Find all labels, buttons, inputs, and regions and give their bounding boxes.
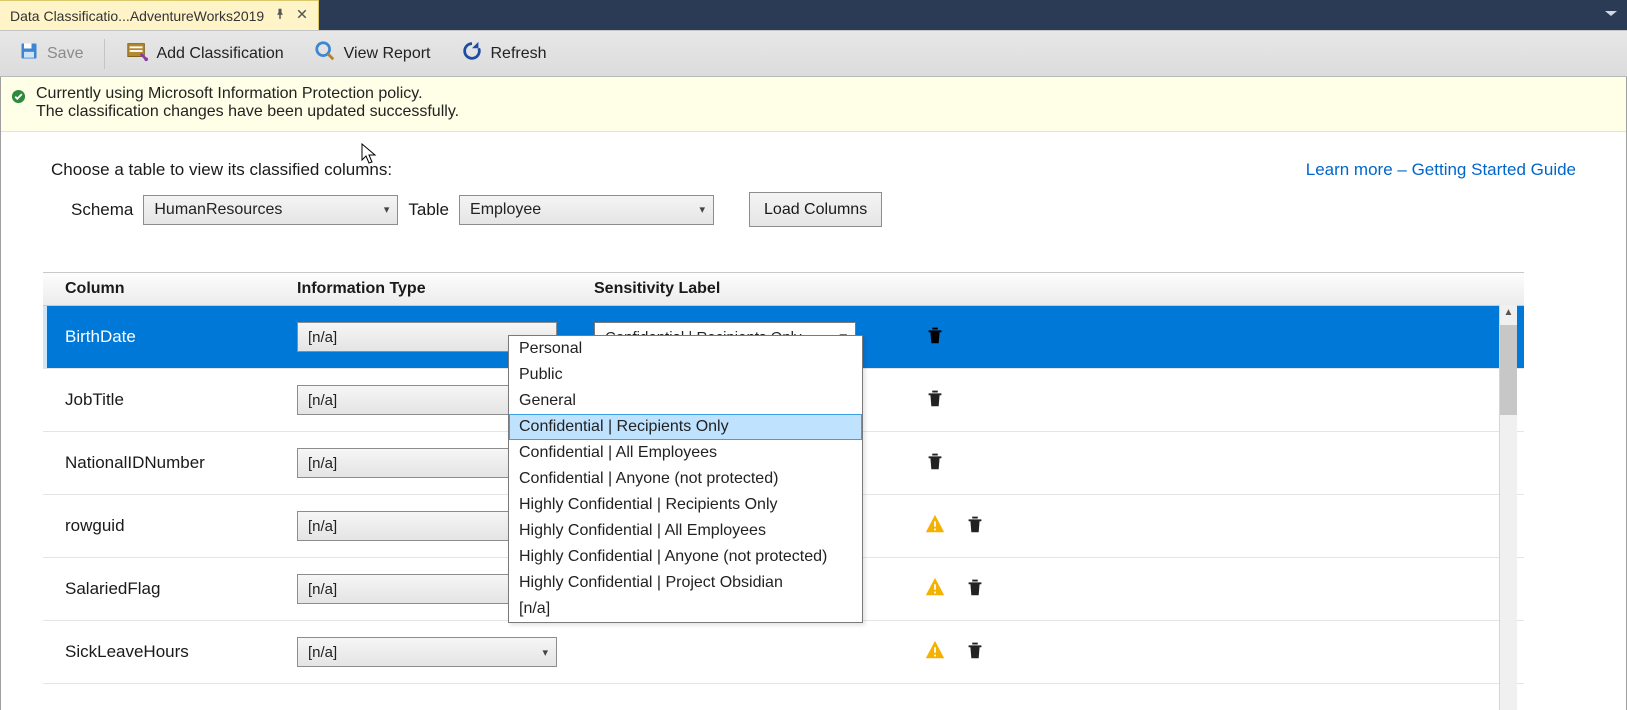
schema-combobox[interactable]: HumanResources ▾ xyxy=(143,195,398,225)
document-tab[interactable]: Data Classificatio...AdventureWorks2019 xyxy=(0,0,319,30)
warning-icon xyxy=(924,576,946,602)
toolbar-separator xyxy=(104,39,105,69)
refresh-label: Refresh xyxy=(491,45,547,63)
dropdown-option[interactable]: Confidential | All Employees xyxy=(509,440,862,466)
banner-text: Currently using Microsoft Information Pr… xyxy=(36,85,459,121)
schema-label: Schema xyxy=(71,200,133,220)
column-name: NationalIDNumber xyxy=(65,453,297,473)
tab-title: Data Classificatio...AdventureWorks2019 xyxy=(10,8,264,24)
view-report-label: View Report xyxy=(344,45,431,63)
save-label: Save xyxy=(47,45,83,63)
row-actions xyxy=(924,324,946,350)
dropdown-option[interactable]: Confidential | Recipients Only xyxy=(509,414,862,440)
chevron-down-icon: ▾ xyxy=(542,646,548,659)
table-label: Table xyxy=(408,200,449,220)
learn-more-link[interactable]: Learn more – Getting Started Guide xyxy=(1306,160,1576,180)
info-type-cell: [n/a] ▾ xyxy=(297,637,594,667)
table-value: Employee xyxy=(470,201,541,219)
load-columns-label: Load Columns xyxy=(764,201,867,219)
dropdown-option[interactable]: Highly Confidential | Project Obsidian xyxy=(509,570,862,596)
dropdown-option[interactable]: General xyxy=(509,388,862,414)
row-actions xyxy=(924,387,946,413)
info-type-value: [n/a] xyxy=(308,329,337,346)
table-combobox[interactable]: Employee ▾ xyxy=(459,195,714,225)
warning-icon xyxy=(924,639,946,665)
refresh-button[interactable]: Refresh xyxy=(448,35,560,73)
selector-bar: Choose a table to view its classified co… xyxy=(1,132,1626,227)
dropdown-option[interactable]: Highly Confidential | Recipients Only xyxy=(509,492,862,518)
banner-line-2: The classification changes have been upd… xyxy=(36,103,459,121)
column-name: SalariedFlag xyxy=(65,579,297,599)
header-sens: Sensitivity Label xyxy=(594,280,914,298)
add-classification-label: Add Classification xyxy=(156,45,283,63)
success-check-icon xyxy=(11,89,26,109)
column-name: SickLeaveHours xyxy=(65,642,297,662)
header-info: Information Type xyxy=(297,280,594,298)
delete-icon[interactable] xyxy=(924,387,946,413)
delete-icon[interactable] xyxy=(964,639,986,665)
scroll-thumb[interactable] xyxy=(1500,325,1517,415)
classification-grid: Column Information Type Sensitivity Labe… xyxy=(43,272,1524,710)
close-icon[interactable] xyxy=(296,8,308,23)
warning-icon xyxy=(924,513,946,539)
save-button: Save xyxy=(6,35,96,73)
selector-prompt: Choose a table to view its classified co… xyxy=(51,160,392,180)
info-type-value: [n/a] xyxy=(308,392,337,409)
dropdown-option[interactable]: Personal xyxy=(509,336,862,362)
chevron-down-icon: ▾ xyxy=(384,203,390,216)
dropdown-option[interactable]: Confidential | Anyone (not protected) xyxy=(509,466,862,492)
info-type-combobox[interactable]: [n/a] ▾ xyxy=(297,637,557,667)
tab-overflow-icon[interactable] xyxy=(1603,6,1619,23)
info-banner: Currently using Microsoft Information Pr… xyxy=(1,77,1626,132)
header-column: Column xyxy=(65,280,297,298)
row-actions xyxy=(924,576,986,602)
column-name: JobTitle xyxy=(65,390,297,410)
content-area: Currently using Microsoft Information Pr… xyxy=(0,77,1627,710)
dropdown-option[interactable]: Public xyxy=(509,362,862,388)
dropdown-option[interactable]: [n/a] xyxy=(509,596,862,622)
delete-icon[interactable] xyxy=(964,513,986,539)
view-report-button[interactable]: View Report xyxy=(301,35,444,73)
row-actions xyxy=(924,513,986,539)
vertical-scrollbar[interactable]: ▲ xyxy=(1499,305,1517,710)
delete-icon[interactable] xyxy=(964,576,986,602)
banner-line-1: Currently using Microsoft Information Pr… xyxy=(36,85,459,103)
info-type-value: [n/a] xyxy=(308,455,337,472)
row-actions xyxy=(924,639,986,665)
dropdown-option[interactable]: Highly Confidential | All Employees xyxy=(509,518,862,544)
magnifier-icon xyxy=(314,40,336,67)
sensitivity-dropdown[interactable]: PersonalPublicGeneralConfidential | Reci… xyxy=(508,335,863,623)
schema-value: HumanResources xyxy=(154,201,282,219)
save-icon xyxy=(19,41,39,66)
refresh-icon xyxy=(461,40,483,67)
delete-icon[interactable] xyxy=(924,324,946,350)
info-type-value: [n/a] xyxy=(308,644,337,661)
delete-icon[interactable] xyxy=(924,450,946,476)
column-name: BirthDate xyxy=(65,327,297,347)
add-classification-button[interactable]: Add Classification xyxy=(113,35,296,73)
load-columns-button[interactable]: Load Columns xyxy=(749,192,882,227)
toolbar: Save Add Classification View Report Refr… xyxy=(0,30,1627,77)
title-bar: Data Classificatio...AdventureWorks2019 xyxy=(0,0,1627,30)
row-actions xyxy=(924,450,946,476)
table-row[interactable]: SickLeaveHours [n/a] ▾ xyxy=(43,621,1524,684)
info-type-value: [n/a] xyxy=(308,581,337,598)
pin-icon[interactable] xyxy=(274,8,286,23)
dropdown-option[interactable]: Highly Confidential | Anyone (not protec… xyxy=(509,544,862,570)
info-type-value: [n/a] xyxy=(308,518,337,535)
column-name: rowguid xyxy=(65,516,297,536)
add-classification-icon xyxy=(126,40,148,67)
scroll-up-icon[interactable]: ▲ xyxy=(1500,305,1517,319)
grid-header: Column Information Type Sensitivity Labe… xyxy=(43,272,1524,306)
chevron-down-icon: ▾ xyxy=(699,203,705,216)
